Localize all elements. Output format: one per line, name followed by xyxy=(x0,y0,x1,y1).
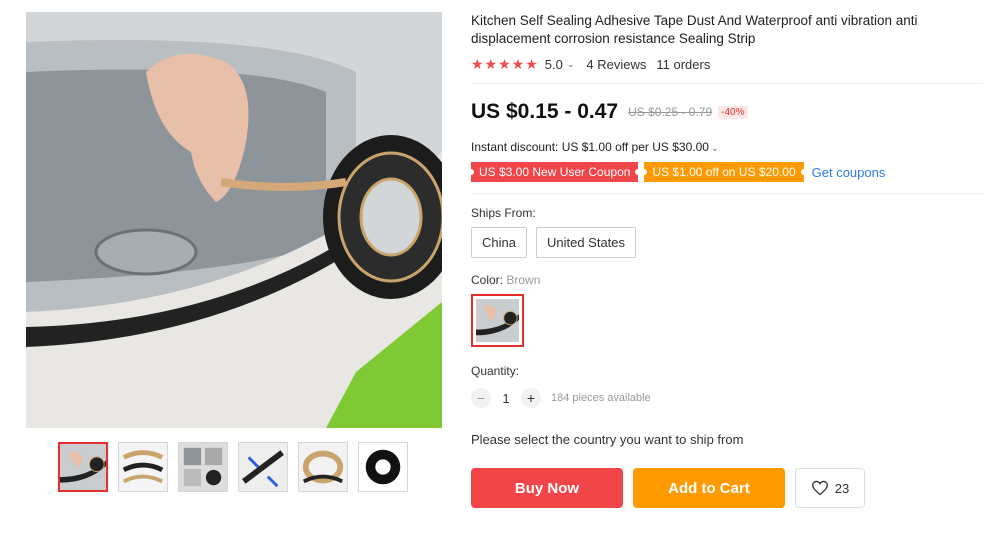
stock-available: 184 pieces available xyxy=(551,392,651,404)
star-rating-icon: ★★★★★ xyxy=(471,56,539,72)
divider xyxy=(471,193,983,194)
quantity-stepper: − 1 + 184 pieces available xyxy=(471,388,983,408)
wishlist-button[interactable]: 23 xyxy=(795,468,865,508)
thumbnail-strip xyxy=(58,442,408,492)
action-buttons: Buy Now Add to Cart 23 xyxy=(471,468,983,508)
chevron-down-icon: ⌄ xyxy=(710,143,719,153)
thumbnail-2[interactable] xyxy=(118,442,168,492)
ships-from-china[interactable]: China xyxy=(471,227,527,258)
current-price: US $0.15 - 0.47 xyxy=(471,100,619,123)
color-label: Color: Brown xyxy=(471,273,983,287)
instant-discount-text: Instant discount: US $1.00 off per US $3… xyxy=(471,140,709,154)
rating-row: ★★★★★ 5.0 ⌄ 4 Reviews 11 orders xyxy=(471,56,983,73)
quantity-input[interactable]: 1 xyxy=(491,391,521,406)
thumbnail-3[interactable] xyxy=(178,442,228,492)
chevron-down-icon[interactable]: ⌄ xyxy=(567,59,575,70)
rating-value[interactable]: 5.0 xyxy=(545,57,563,72)
thumbnail-5[interactable] xyxy=(298,442,348,492)
quantity-increase-button[interactable]: + xyxy=(521,388,541,408)
ship-country-note: Please select the country you want to sh… xyxy=(471,432,744,447)
instant-discount[interactable]: Instant discount: US $1.00 off per US $3… xyxy=(471,140,983,154)
get-coupons-link[interactable]: Get coupons xyxy=(812,165,886,180)
price-row: US $0.15 - 0.47 US $0.25 - 0.79 -40% xyxy=(471,100,983,124)
product-info-panel: Kitchen Self Sealing Adhesive Tape Dust … xyxy=(467,12,983,508)
color-label-text: Color: xyxy=(471,273,504,287)
ships-from-label: Ships From: xyxy=(471,206,536,220)
selected-color: Brown xyxy=(506,273,541,287)
discount-badge: -40% xyxy=(718,105,748,119)
thumbnail-6[interactable] xyxy=(358,442,408,492)
coupon-row: US $3.00 New User Coupon US $1.00 off on… xyxy=(467,162,983,182)
new-user-coupon[interactable]: US $3.00 New User Coupon xyxy=(467,162,642,182)
add-to-cart-button[interactable]: Add to Cart xyxy=(633,468,785,508)
orders-count: 11 orders xyxy=(656,57,711,72)
original-price: US $0.25 - 0.79 xyxy=(628,105,713,119)
color-swatch-brown[interactable] xyxy=(471,294,524,347)
wishlist-count: 23 xyxy=(834,480,850,496)
heart-icon xyxy=(811,480,829,496)
thumbnail-4[interactable] xyxy=(238,442,288,492)
store-coupon[interactable]: US $1.00 off on US $20.00 xyxy=(641,162,807,182)
quantity-label: Quantity: xyxy=(471,364,520,378)
buy-now-button[interactable]: Buy Now xyxy=(471,468,623,508)
divider xyxy=(471,83,983,84)
product-title: Kitchen Self Sealing Adhesive Tape Dust … xyxy=(471,13,918,46)
quantity-decrease-button[interactable]: − xyxy=(471,388,491,408)
reviews-link[interactable]: 4 Reviews xyxy=(586,57,646,72)
ships-from-options: China United States xyxy=(471,227,983,258)
main-product-image[interactable] xyxy=(26,12,442,428)
thumbnail-1[interactable] xyxy=(58,442,108,492)
ships-from-united-states[interactable]: United States xyxy=(535,227,637,258)
